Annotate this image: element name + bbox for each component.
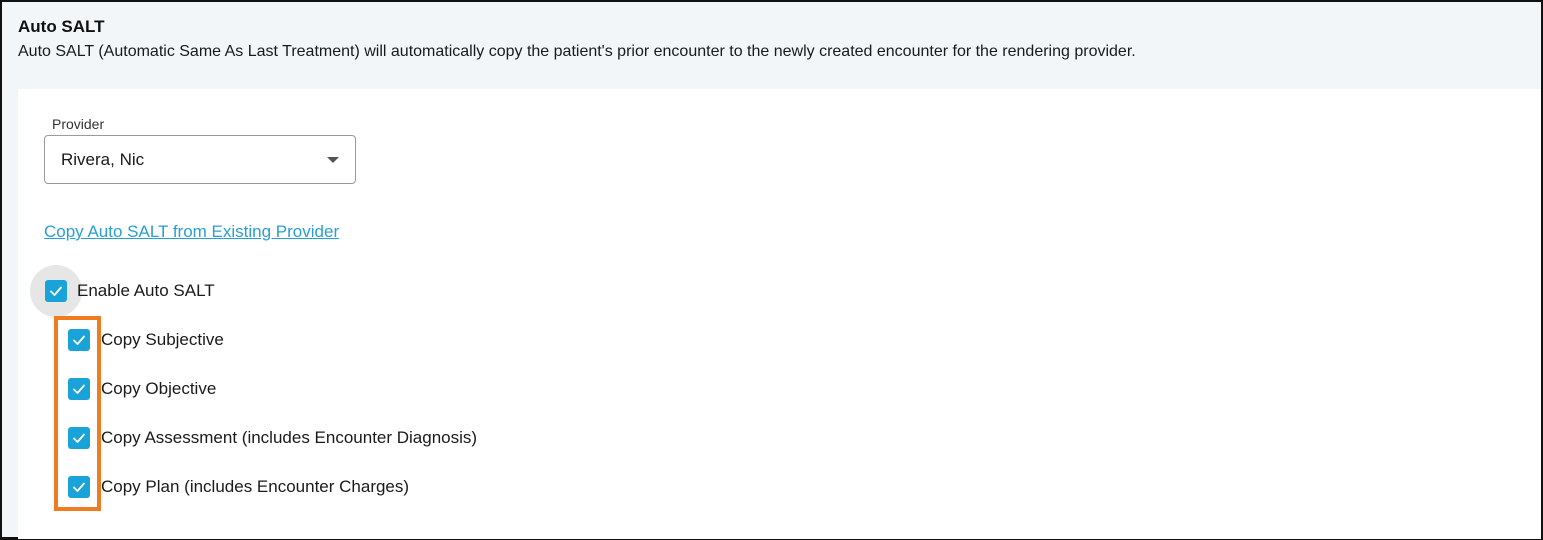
- checkmark-icon: [73, 384, 85, 394]
- copy-plan-checkbox[interactable]: [68, 476, 90, 498]
- copy-subjective-label: Copy Subjective: [101, 330, 224, 349]
- chevron-down-icon: [327, 157, 339, 163]
- provider-label: Provider: [52, 116, 105, 132]
- copy-subjective-checkbox[interactable]: [68, 329, 90, 351]
- copy-plan-option: Copy Plan (includes Encounter Charges): [68, 475, 409, 499]
- copy-assessment-label: Copy Assessment (includes Encounter Diag…: [101, 428, 478, 447]
- copy-assessment-checkbox[interactable]: [68, 427, 90, 449]
- enable-auto-salt-checkbox[interactable]: [45, 280, 67, 302]
- section-description: Auto SALT (Automatic Same As Last Treatm…: [18, 43, 1136, 60]
- enable-auto-salt-option: Enable Auto SALT: [30, 265, 215, 317]
- checkmark-icon: [73, 335, 85, 345]
- section-header: Auto SALT Auto SALT (Automatic Same As L…: [18, 16, 1525, 64]
- copy-plan-label: Copy Plan (includes Encounter Charges): [101, 477, 410, 496]
- checkmark-icon: [73, 433, 85, 443]
- copy-subjective-option: Copy Subjective: [68, 328, 224, 352]
- checkmark-icon: [50, 286, 62, 296]
- copy-objective-checkbox[interactable]: [68, 378, 90, 400]
- checkmark-icon: [73, 482, 85, 492]
- copy-objective-option: Copy Objective: [68, 377, 216, 401]
- copy-objective-label: Copy Objective: [101, 379, 217, 398]
- auto-salt-section: Auto SALT Auto SALT (Automatic Same As L…: [0, 0, 1543, 540]
- provider-selected-value: Rivera, Nic: [61, 150, 145, 169]
- copy-auto-salt-link[interactable]: Copy Auto SALT from Existing Provider: [44, 221, 339, 243]
- copy-assessment-option: Copy Assessment (includes Encounter Diag…: [68, 426, 477, 450]
- enable-auto-salt-focus-ring[interactable]: [30, 265, 82, 317]
- provider-select[interactable]: Rivera, Nic: [44, 135, 356, 184]
- settings-panel: Provider Rivera, Nic Copy Auto SALT from…: [18, 89, 1541, 539]
- section-title: Auto SALT: [18, 17, 105, 36]
- enable-auto-salt-label: Enable Auto SALT: [77, 281, 215, 300]
